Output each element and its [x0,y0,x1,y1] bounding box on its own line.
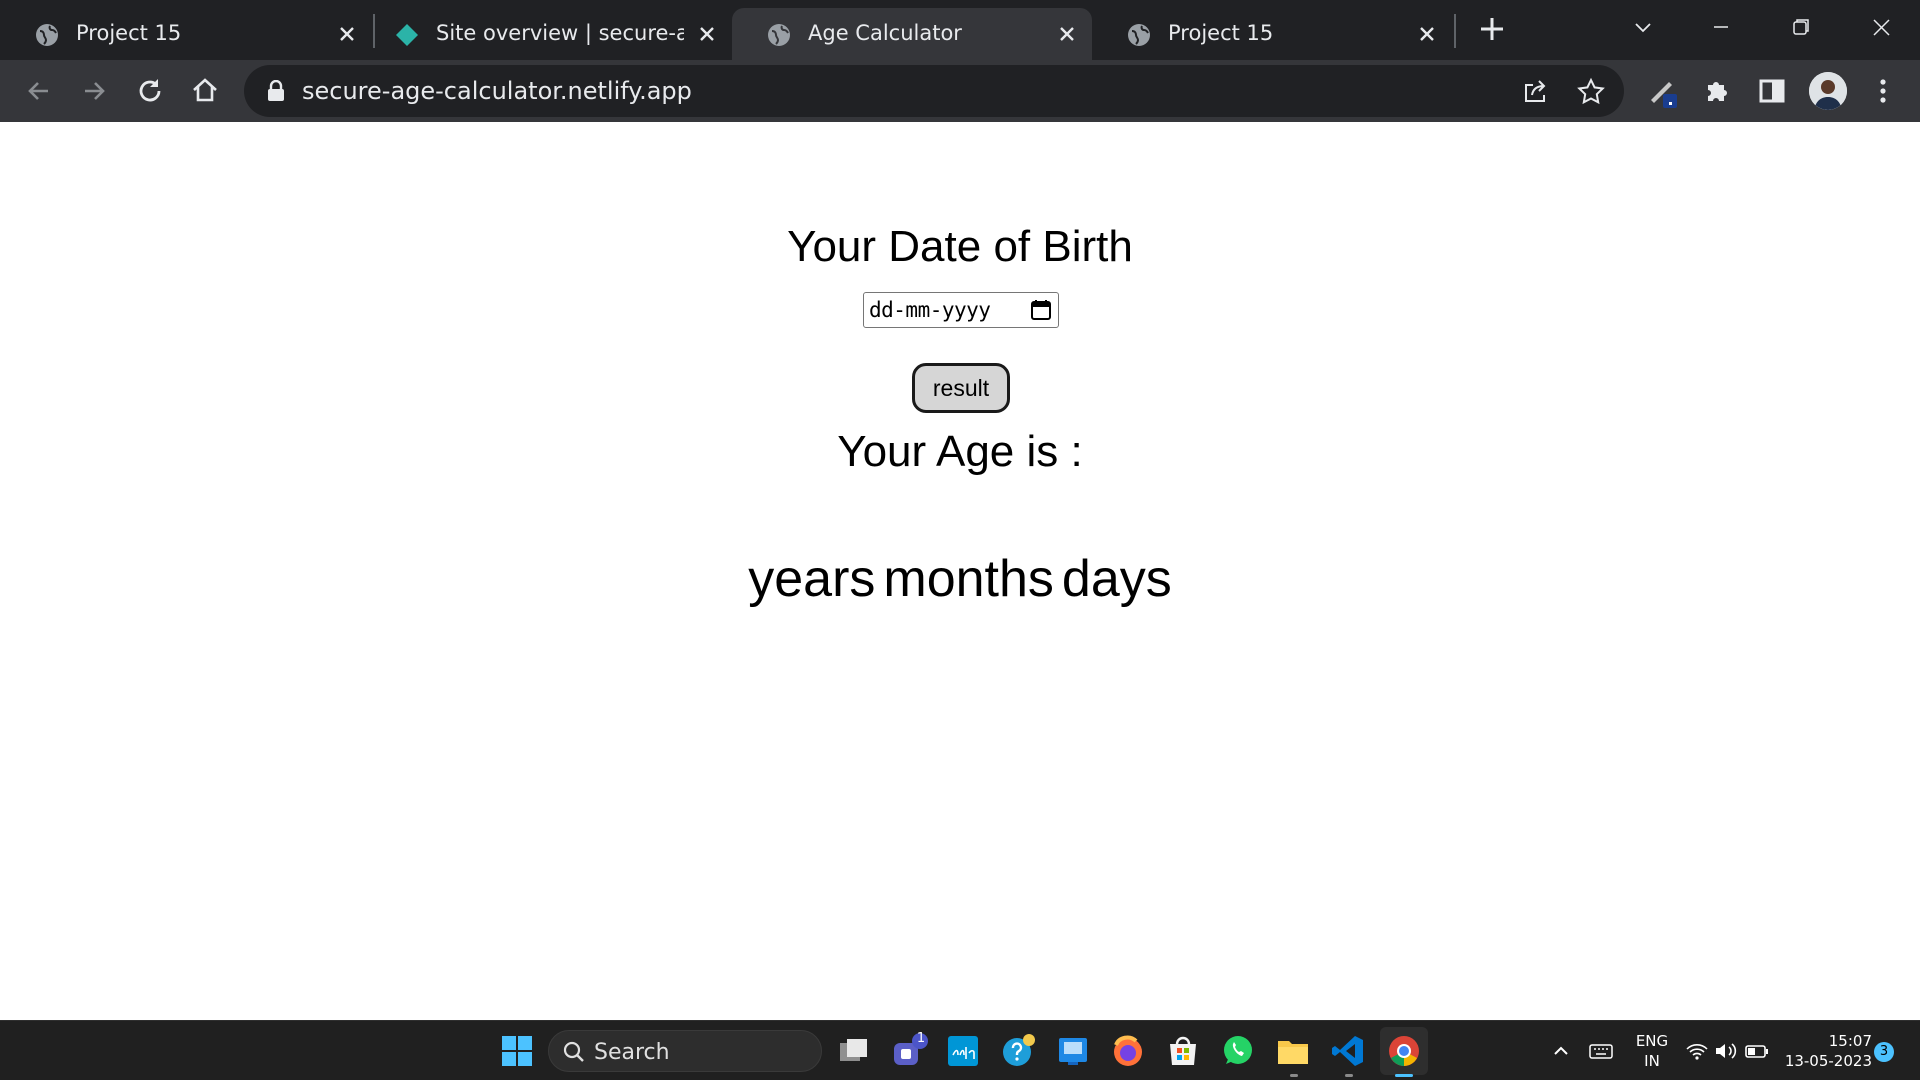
minimize-icon[interactable] [1706,12,1736,42]
running-indicator [1290,1074,1298,1077]
tab-age-calculator[interactable]: Age Calculator [732,8,1092,60]
months-label: months [883,550,1054,608]
dob-heading: Your Date of Birth [787,222,1133,271]
close-tab-icon[interactable] [695,22,719,46]
notification-badge[interactable]: 3 [1874,1042,1894,1062]
share-icon[interactable] [1520,77,1550,107]
tab-title: Site overview | secure-age- [436,21,684,45]
tab-project-15-first[interactable]: Project 15 [0,8,372,60]
bookmark-star-icon[interactable] [1576,77,1606,107]
tab-title: Project 15 [76,21,182,45]
keyboard-icon[interactable] [1588,1039,1614,1063]
vscode-icon[interactable] [1330,1033,1366,1069]
chrome-icon[interactable] [1386,1033,1422,1069]
reload-icon[interactable] [133,74,167,108]
close-tab-icon[interactable] [1055,22,1079,46]
myhp-icon[interactable] [945,1033,981,1069]
show-hidden-icons-chevron[interactable] [1548,1039,1574,1063]
language-indicator[interactable]: ENG IN [1632,1031,1672,1071]
new-tab-icon[interactable] [1478,15,1506,43]
tab-project-15-second[interactable]: Project 15 [1092,8,1454,60]
web-page: Your Date of Birth dd-mm-yyyy result You… [0,122,1920,1020]
home-icon[interactable] [188,74,222,108]
tab-site-overview[interactable]: Site overview | secure-age- [360,8,732,60]
close-tab-icon[interactable] [335,22,359,46]
netlify-icon [396,24,418,46]
date-of-birth-input[interactable]: dd-mm-yyyy [863,292,1059,328]
age-result: years months days [0,549,1920,609]
tab-search-chevron-icon[interactable] [1628,12,1658,42]
profile-avatar[interactable] [1809,72,1847,110]
calendar-icon[interactable] [1030,299,1052,321]
taskbar-search[interactable]: Search [548,1030,822,1072]
back-icon[interactable] [22,74,56,108]
running-indicator [1345,1074,1353,1077]
result-button[interactable]: result [912,363,1010,413]
search-icon [563,1041,584,1062]
browser-toolbar: secure-age-calculator.netlify.app [0,60,1920,122]
running-indicator-active [1395,1074,1413,1077]
days-label: days [1061,550,1172,608]
firefox-icon[interactable] [1110,1033,1146,1069]
close-window-icon[interactable] [1866,12,1896,42]
whatsapp-icon[interactable] [1220,1033,1256,1069]
menu-kebab-icon[interactable] [1866,74,1900,108]
windows-taskbar: Search 1 ENG IN 15:07 13-05-2023 3 [0,1020,1920,1080]
news-app-icon[interactable] [1055,1033,1091,1069]
volume-icon[interactable] [1713,1039,1739,1063]
region-code: IN [1644,1052,1660,1070]
address-bar[interactable]: secure-age-calculator.netlify.app [244,65,1624,117]
close-tab-icon[interactable] [1415,22,1439,46]
years-label: years [748,550,876,608]
globe-icon [768,24,790,46]
tab-title: Project 15 [1168,21,1274,45]
get-help-icon[interactable] [1000,1033,1036,1069]
microsoft-store-icon[interactable] [1165,1033,1201,1069]
age-heading: Your Age is : [837,427,1083,476]
teams-app[interactable]: 1 [890,1031,930,1071]
lock-icon[interactable] [266,80,286,102]
globe-icon [36,24,58,46]
language-code: ENG [1635,1032,1669,1050]
search-label: Search [594,1040,670,1065]
task-view-icon[interactable] [836,1033,872,1069]
forward-icon[interactable] [77,74,111,108]
side-panel-icon[interactable] [1755,74,1789,108]
battery-icon[interactable] [1744,1039,1770,1063]
date-placeholder[interactable]: dd-mm-yyyy [869,298,991,322]
time-text: 15:07 [1828,1032,1872,1050]
tab-title: Age Calculator [808,21,962,45]
date-text: 13-05-2023 [1784,1052,1872,1070]
profile-picture-icon [1809,72,1847,110]
globe-icon [1128,24,1150,46]
file-explorer-icon[interactable] [1275,1033,1311,1069]
pen-extension-icon[interactable] [1645,74,1679,108]
teams-badge: 1 [916,1031,926,1046]
extensions-puzzle-icon[interactable] [1700,74,1734,108]
restore-icon[interactable] [1786,12,1816,42]
url-text[interactable]: secure-age-calculator.netlify.app [302,77,692,105]
wifi-icon[interactable] [1684,1039,1710,1063]
clock[interactable]: 15:07 13-05-2023 [1780,1031,1872,1071]
windows-start-icon[interactable] [499,1033,535,1069]
tab-separator [1454,14,1456,48]
tab-strip: Project 15 Site overview | secure-age- A… [0,0,1920,60]
